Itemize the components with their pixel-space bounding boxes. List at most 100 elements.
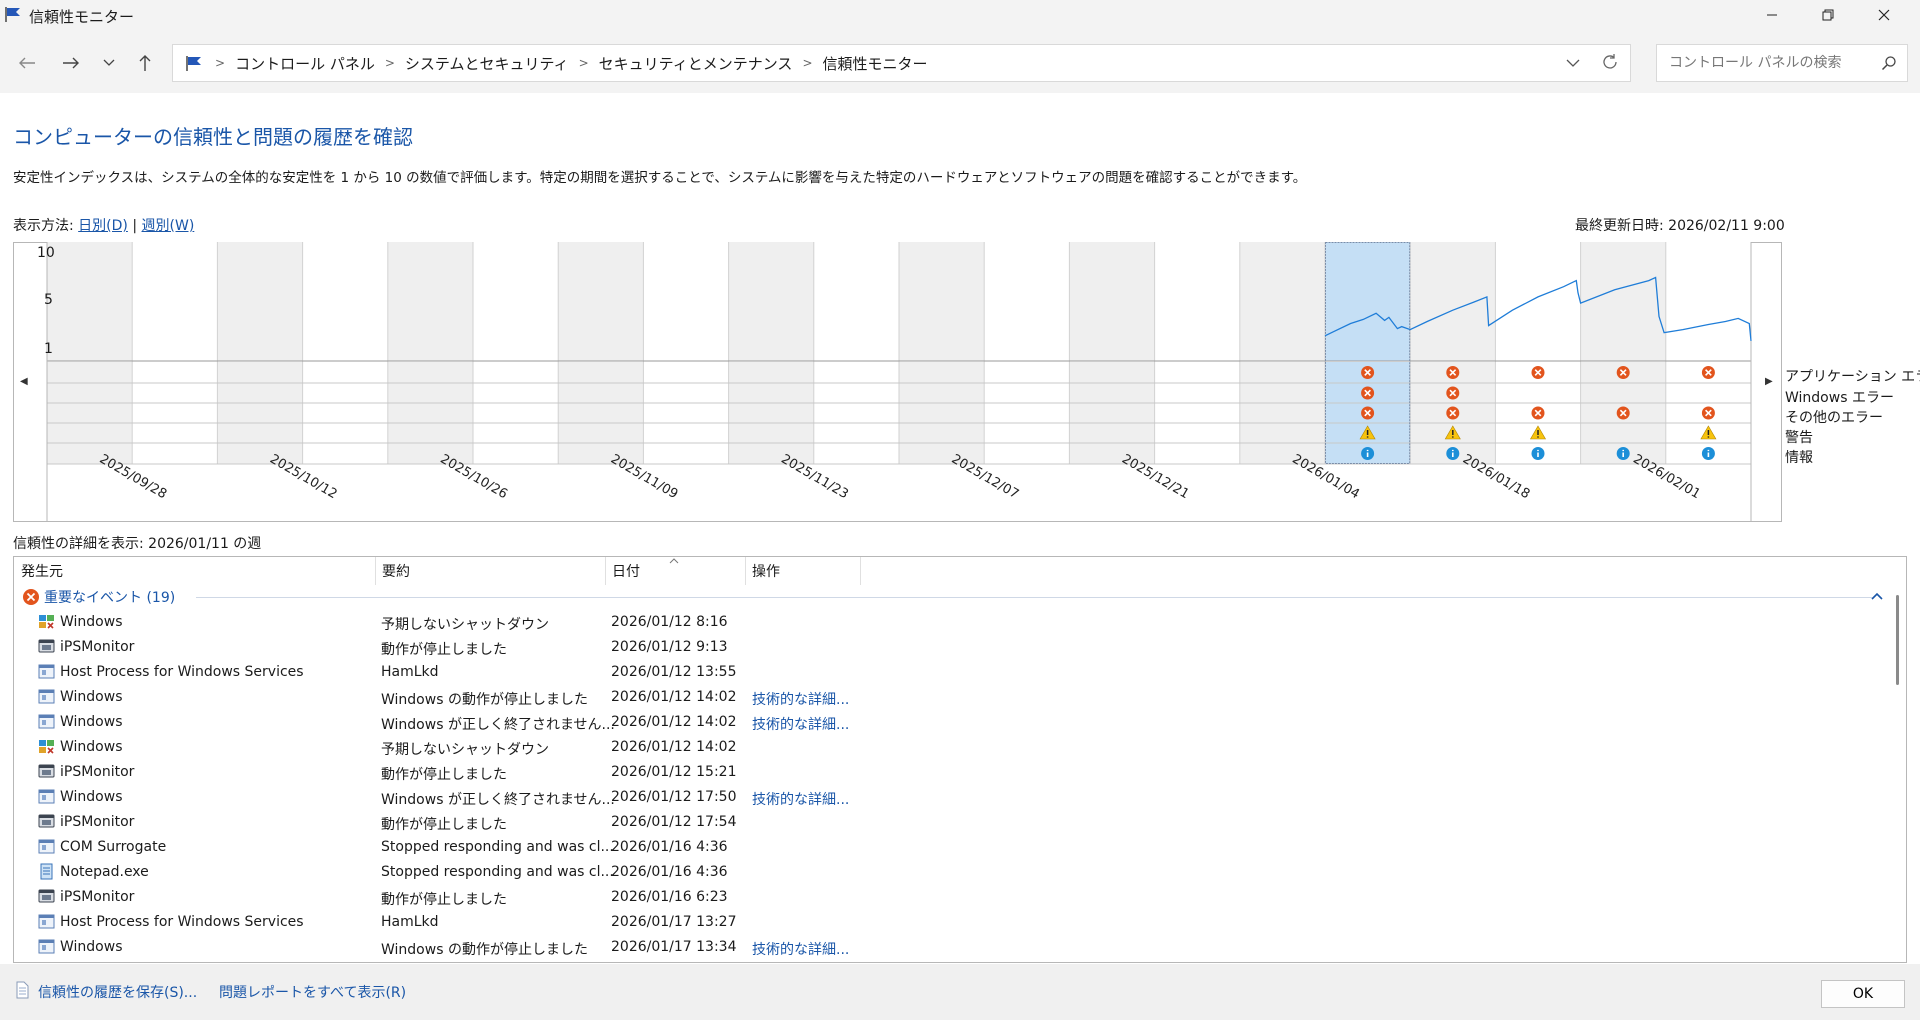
chart-column[interactable] — [1154, 242, 1240, 361]
breadcrumb-system-security[interactable]: システムとセキュリティ — [405, 53, 569, 74]
breadcrumb-reliability-monitor[interactable]: 信頼性モニター — [823, 53, 928, 74]
details-title: 信頼性の詳細を表示: 2026/01/11 の週 — [13, 536, 262, 552]
row-date: 2026/01/12 13:55 — [611, 664, 737, 680]
forward-button[interactable] — [56, 48, 86, 78]
row-date: 2026/01/12 14:02 — [611, 714, 737, 730]
chart-column[interactable] — [387, 242, 473, 361]
view-all-problem-reports-link[interactable]: 問題レポートをすべて表示(R) — [219, 982, 406, 1002]
chart-column-markers[interactable] — [1239, 362, 1325, 464]
chart-scroll-right-button[interactable]: ▶ — [1765, 376, 1773, 387]
view-daily-link[interactable]: 日別(D) — [78, 218, 128, 234]
chart-column[interactable] — [984, 242, 1070, 361]
chart-column[interactable] — [1580, 242, 1666, 361]
search-box[interactable] — [1656, 44, 1908, 82]
chart-column[interactable] — [302, 242, 388, 361]
column-divider[interactable] — [375, 557, 376, 585]
row-summary: Windows が正しく終了されません... — [381, 717, 615, 733]
chart-column[interactable] — [643, 242, 729, 361]
chart-scroll-left-button[interactable]: ◀ — [20, 376, 28, 387]
chart-column[interactable] — [473, 242, 559, 361]
table-row[interactable]: Windows Windows が正しく終了されません... 2026/01/12 … — [14, 710, 1884, 735]
chart-column[interactable] — [1325, 242, 1411, 361]
refresh-button[interactable] — [1600, 52, 1620, 76]
table-row[interactable]: Windows Windows の動作が停止しました 2026/01/17 13:3… — [14, 935, 1884, 960]
chart-column[interactable] — [558, 242, 644, 361]
back-button[interactable] — [12, 48, 42, 78]
recent-locations-button[interactable] — [94, 48, 124, 78]
breadcrumb-control-panel[interactable]: コントロール パネル — [235, 53, 375, 74]
chart-column-markers[interactable] — [728, 362, 814, 464]
breadcrumb-security-maintenance[interactable]: セキュリティとメンテナンス — [599, 53, 793, 74]
category-label-info: 情報 — [1785, 450, 1813, 466]
column-header-date[interactable]: 日付 — [612, 557, 640, 585]
chart-column[interactable] — [1665, 242, 1751, 361]
column-divider[interactable] — [860, 557, 861, 585]
column-header-source[interactable]: 発生元 — [21, 557, 63, 585]
chart-column-markers[interactable] — [1069, 362, 1155, 464]
save-history-link[interactable]: 信頼性の履歴を保存(S)... — [38, 982, 197, 1002]
chart-column-markers[interactable] — [984, 362, 1070, 464]
group-header-critical-events[interactable]: 重要なイベント (19) — [22, 585, 175, 609]
chart-column[interactable] — [47, 242, 133, 361]
table-row[interactable]: iPSMonitor 動作が停止しました 2026/01/12 15:21 — [14, 760, 1884, 785]
chart-column[interactable] — [728, 242, 814, 361]
column-header-action[interactable]: 操作 — [752, 557, 780, 585]
table-row[interactable]: Host Process for Windows Services HamLkd 2… — [14, 660, 1884, 685]
chart-column-markers[interactable] — [217, 362, 303, 464]
row-source: iPSMonitor — [60, 639, 135, 655]
chart-column-markers[interactable] — [899, 362, 985, 464]
table-row[interactable]: Windows Windows の動作が停止しました 2026/01/12 14:0… — [14, 685, 1884, 710]
table-row[interactable]: Host Process for Windows Services HamLkd 2… — [14, 910, 1884, 935]
row-technical-details-link[interactable]: 技術的な詳細... — [752, 939, 849, 959]
chart-column-markers[interactable] — [47, 362, 133, 464]
chart-column-markers[interactable] — [387, 362, 473, 464]
chart-column[interactable] — [1410, 242, 1496, 361]
chart-column-markers[interactable] — [302, 362, 388, 464]
view-separator: | — [132, 218, 138, 234]
chart-column-markers[interactable] — [813, 362, 899, 464]
reliability-chart-plot[interactable]: 2025/09/28 2025/10/12 2025/10/26 2025/11/09… — [13, 242, 1782, 522]
address-bar[interactable]: > コントロール パネル > システムとセキュリティ > セキュリティとメンテナ… — [172, 44, 1631, 82]
table-row[interactable]: iPSMonitor 動作が停止しました 2026/01/12 9:13 — [14, 635, 1884, 660]
table-row[interactable]: Notepad.exe Stopped responding and was cl… — [14, 860, 1884, 885]
ok-button[interactable]: OK — [1821, 980, 1905, 1008]
chart-column-markers[interactable] — [1154, 362, 1240, 464]
chart-column-markers[interactable] — [643, 362, 729, 464]
table-row[interactable]: Windows 予期しないシャットダウン 2026/01/12 14:02 — [14, 735, 1884, 760]
table-row[interactable]: iPSMonitor 動作が停止しました 2026/01/12 17:54 — [14, 810, 1884, 835]
search-input[interactable] — [1667, 54, 1871, 72]
reliability-details-list[interactable]: 発生元 要約 日付 操作 重要なイベント (19) Windows 予期しないシャ… — [13, 556, 1907, 963]
view-weekly-link[interactable]: 週別(W) — [142, 218, 195, 234]
minimize-button[interactable] — [1744, 0, 1800, 29]
chart-column[interactable] — [1069, 242, 1155, 361]
list-scrollbar-thumb[interactable] — [1896, 595, 1899, 685]
row-technical-details-link[interactable]: 技術的な詳細... — [752, 789, 849, 809]
chart-column-markers[interactable] — [132, 362, 218, 464]
table-row[interactable]: Windows 予期しないシャットダウン 2026/01/12 8:16 — [14, 610, 1884, 635]
collapse-group-icon[interactable] — [1870, 587, 1884, 605]
chart-column[interactable] — [1495, 242, 1581, 361]
chart-column[interactable] — [899, 242, 985, 361]
chart-column[interactable] — [217, 242, 303, 361]
chart-column[interactable] — [813, 242, 899, 361]
flag-icon — [186, 56, 201, 71]
column-divider[interactable] — [745, 557, 746, 585]
footer-bar: 信頼性の履歴を保存(S)... 問題レポートをすべて表示(R) OK — [0, 964, 1920, 1020]
column-divider[interactable] — [605, 557, 606, 585]
search-icon[interactable] — [1881, 55, 1897, 71]
restore-button[interactable] — [1800, 0, 1856, 29]
table-row[interactable]: iPSMonitor 動作が停止しました 2026/01/16 6:23 — [14, 885, 1884, 910]
up-button[interactable] — [130, 48, 160, 78]
column-header-summary[interactable]: 要約 — [382, 557, 410, 585]
table-row[interactable]: COM Surrogate Stopped responding and was … — [14, 835, 1884, 860]
chart-column-markers[interactable] — [558, 362, 644, 464]
row-technical-details-link[interactable]: 技術的な詳細... — [752, 714, 849, 734]
windows-shutdown-icon — [38, 738, 55, 759]
chart-column-markers[interactable] — [473, 362, 559, 464]
chart-column[interactable] — [1239, 242, 1325, 361]
close-button[interactable] — [1856, 0, 1912, 29]
chart-column[interactable] — [132, 242, 218, 361]
row-technical-details-link[interactable]: 技術的な詳細... — [752, 689, 849, 709]
table-row[interactable]: Windows Windows が正しく終了されません... 2026/01/12 … — [14, 785, 1884, 810]
address-dropdown-button[interactable] — [1566, 53, 1580, 77]
